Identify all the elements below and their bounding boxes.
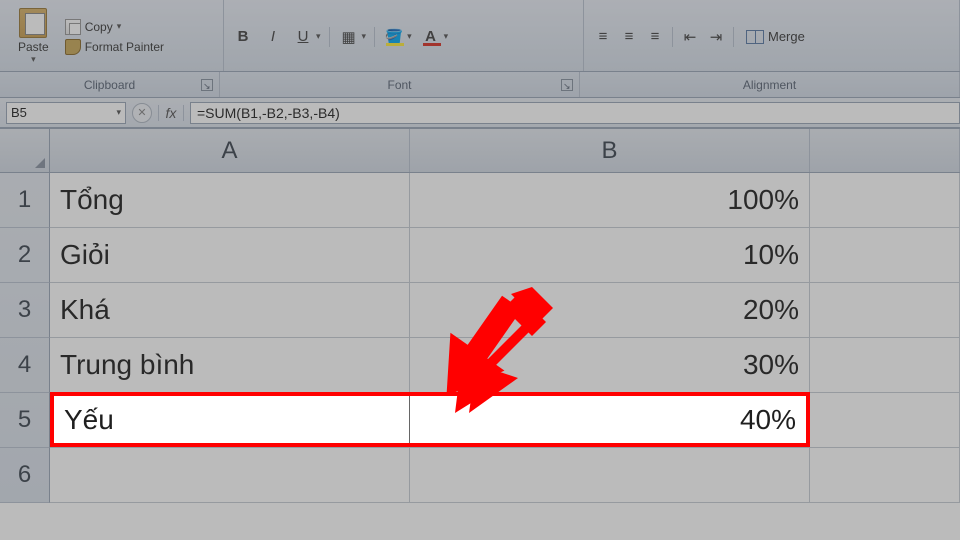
table-row: Giỏi 10% (50, 228, 960, 283)
separator (672, 27, 673, 47)
brush-icon (65, 39, 81, 55)
format-painter-button[interactable]: Format Painter (61, 38, 168, 56)
formula-bar: B5 ▾ ✕ fx =SUM(B1,-B2,-B3,-B4) (0, 98, 960, 128)
clipboard-group-label: Clipboard (84, 78, 135, 92)
formula-cancel-icon: ✕ (132, 103, 152, 123)
cell-grid: Tổng 100% Giỏi 10% Khá 20% Trung bình 30… (50, 173, 960, 503)
name-box[interactable]: B5 ▾ (6, 102, 126, 124)
separator (374, 27, 375, 47)
chevron-down-icon: ▾ (316, 31, 321, 42)
copy-label: Copy (85, 20, 113, 34)
cell[interactable] (810, 228, 960, 283)
chevron-down-icon: ▾ (407, 31, 412, 42)
cell[interactable]: 10% (410, 228, 810, 283)
font-group: B I U ▾ ▦ ▾ 🪣 ▾ A ▾ (224, 0, 584, 71)
row-header[interactable]: 2 (0, 228, 50, 283)
merge-button[interactable]: Merge (740, 27, 811, 46)
border-button[interactable]: ▦ (338, 26, 360, 48)
align-left-button[interactable]: ≡ (592, 26, 614, 48)
formula-text: =SUM(B1,-B2,-B3,-B4) (197, 105, 340, 121)
chevron-down-icon: ▾ (117, 21, 122, 32)
format-painter-label: Format Painter (85, 40, 164, 54)
cell[interactable]: Khá (50, 283, 410, 338)
table-row: Trung bình 30% (50, 338, 960, 393)
cell[interactable]: 20% (410, 283, 810, 338)
bold-button[interactable]: B (232, 26, 254, 48)
cell[interactable]: Tổng (50, 173, 410, 228)
row-header[interactable]: 1 (0, 173, 50, 228)
formula-input[interactable]: =SUM(B1,-B2,-B3,-B4) (190, 102, 960, 124)
alignment-group: ≡ ≡ ≡ ⇤ ⇥ Merge (584, 0, 960, 71)
merge-icon (746, 30, 764, 44)
row-headers: 1 2 3 4 5 6 (0, 173, 50, 503)
select-all-corner[interactable] (0, 129, 50, 173)
paste-icon (19, 8, 47, 38)
font-color-button[interactable]: A (420, 26, 442, 48)
italic-button[interactable]: I (262, 26, 284, 48)
chevron-down-icon: ▾ (31, 54, 36, 65)
cell[interactable] (810, 393, 960, 448)
column-header-a[interactable]: A (50, 129, 410, 172)
column-header-c[interactable] (810, 129, 960, 172)
name-box-value: B5 (11, 105, 27, 120)
underline-button[interactable]: U (292, 26, 314, 48)
separator (733, 27, 734, 47)
cell[interactable]: Trung bình (50, 338, 410, 393)
row-header[interactable]: 4 (0, 338, 50, 393)
cell[interactable] (810, 173, 960, 228)
paste-button[interactable]: Paste ▾ (12, 6, 55, 67)
separator (329, 27, 330, 47)
fx-icon[interactable]: fx (158, 105, 184, 121)
cell[interactable] (410, 448, 810, 503)
cell[interactable]: 100% (410, 173, 810, 228)
dialog-launcher-icon[interactable] (561, 79, 573, 91)
cell[interactable]: 40% (410, 393, 810, 448)
ribbon: Paste ▾ Copy ▾ Format Painter B I (0, 0, 960, 72)
row-header[interactable]: 3 (0, 283, 50, 338)
chevron-down-icon: ▾ (444, 31, 449, 42)
row-header[interactable]: 5 (0, 393, 50, 448)
table-row: Yếu 40% (50, 393, 960, 448)
alignment-group-label: Alignment (743, 78, 796, 92)
decrease-indent-button[interactable]: ⇤ (679, 26, 701, 48)
align-right-button[interactable]: ≡ (644, 26, 666, 48)
clipboard-group: Paste ▾ Copy ▾ Format Painter (4, 0, 224, 71)
copy-button[interactable]: Copy ▾ (61, 18, 126, 36)
cell[interactable] (810, 283, 960, 338)
row-header[interactable]: 6 (0, 448, 50, 503)
cell[interactable] (810, 338, 960, 393)
column-header-b[interactable]: B (410, 129, 810, 172)
paste-label: Paste (18, 40, 49, 54)
cell[interactable]: 30% (410, 338, 810, 393)
align-center-button[interactable]: ≡ (618, 26, 640, 48)
table-row (50, 448, 960, 503)
merge-label: Merge (768, 29, 805, 44)
cell[interactable] (50, 448, 410, 503)
increase-indent-button[interactable]: ⇥ (705, 26, 727, 48)
font-group-label: Font (387, 78, 411, 92)
cell[interactable]: Giỏi (50, 228, 410, 283)
cell[interactable]: Yếu (50, 393, 410, 448)
ribbon-group-labels: Clipboard Font Alignment (0, 72, 960, 98)
cell[interactable] (810, 448, 960, 503)
fill-color-button[interactable]: 🪣 (383, 26, 405, 48)
table-row: Tổng 100% (50, 173, 960, 228)
chevron-down-icon: ▾ (362, 31, 367, 42)
chevron-down-icon: ▾ (116, 107, 121, 118)
spreadsheet[interactable]: A B 1 2 3 4 5 6 Tổng 100% Giỏi 10% Khá 2… (0, 129, 960, 541)
table-row: Khá 20% (50, 283, 960, 338)
dialog-launcher-icon[interactable] (201, 79, 213, 91)
column-headers: A B (50, 129, 960, 173)
copy-icon (65, 19, 81, 35)
